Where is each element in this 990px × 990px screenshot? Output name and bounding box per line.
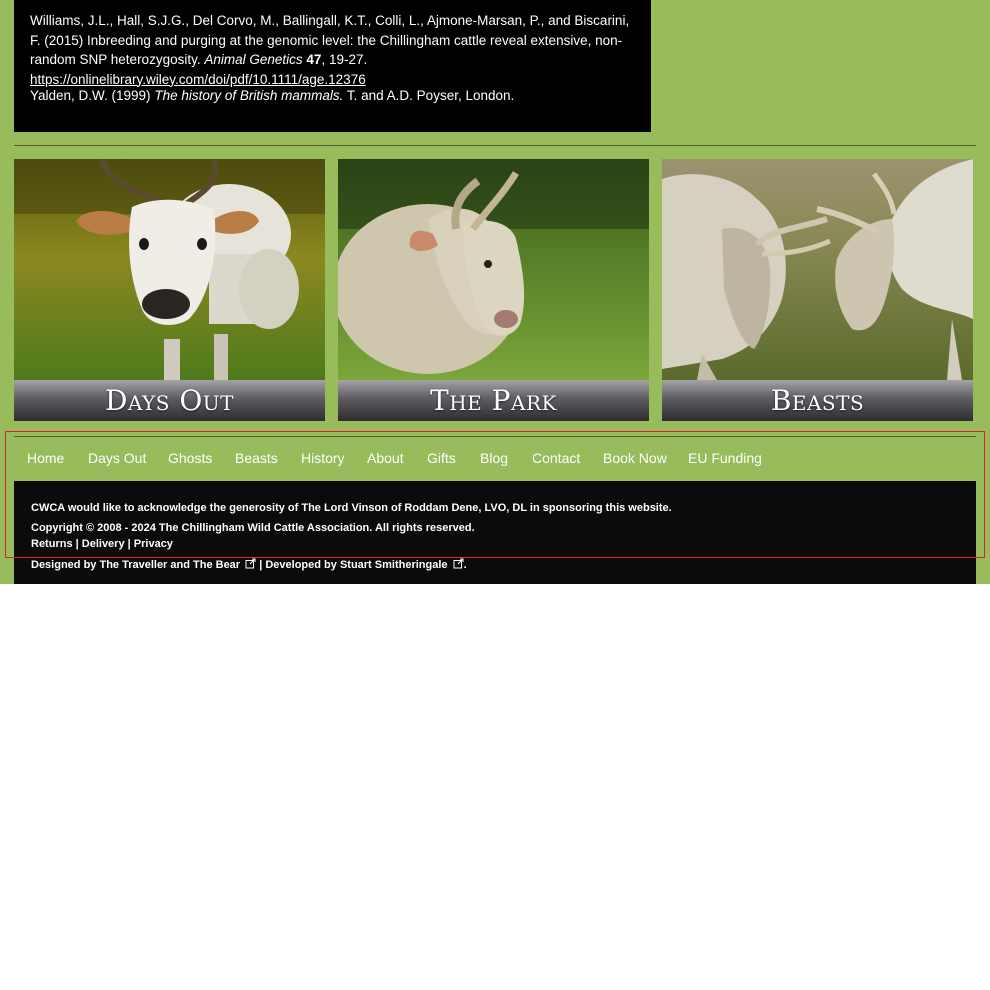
reference-williams: Williams, J.L., Hall, S.J.G., Del Corvo,… bbox=[30, 13, 630, 87]
divider bbox=[14, 145, 976, 146]
nav-eu-funding[interactable]: EU Funding bbox=[688, 446, 762, 470]
nav-about[interactable]: About bbox=[367, 446, 404, 470]
reference-doi-link[interactable]: https://onlinelibrary.wiley.com/doi/pdf/… bbox=[30, 72, 366, 87]
tile-beasts[interactable]: Beasts bbox=[662, 159, 973, 421]
privacy-link[interactable]: Privacy bbox=[134, 538, 173, 550]
external-link-icon bbox=[453, 558, 464, 569]
site-footer: CWCA would like to acknowledge the gener… bbox=[14, 481, 976, 584]
the-park-bull-image bbox=[338, 159, 649, 380]
nav-ghosts[interactable]: Ghosts bbox=[168, 446, 212, 470]
divider bbox=[14, 436, 976, 437]
link-separator: | bbox=[127, 538, 131, 550]
link-separator: | bbox=[75, 538, 79, 550]
nav-book-now[interactable]: Book Now bbox=[603, 446, 667, 470]
delivery-link[interactable]: Delivery bbox=[82, 538, 125, 550]
credits: Designed by The Traveller and The Bear |… bbox=[31, 558, 467, 571]
reference-book-title: The history of British mammals. bbox=[154, 88, 344, 103]
nav-history[interactable]: History bbox=[301, 446, 345, 470]
nav-beasts[interactable]: Beasts bbox=[235, 446, 278, 470]
returns-link[interactable]: Returns bbox=[31, 538, 73, 550]
nav-home[interactable]: Home bbox=[27, 446, 64, 470]
tile-caption: Days Out bbox=[14, 380, 325, 421]
reference-volume: 47 bbox=[306, 52, 322, 67]
beasts-bulls-image bbox=[662, 159, 973, 380]
tile-the-park[interactable]: The Park bbox=[338, 159, 649, 421]
tile-caption: The Park bbox=[338, 380, 649, 421]
reference-yalden: Yalden, D.W. (1999) The history of Briti… bbox=[30, 88, 515, 103]
references-panel: Williams, J.L., Hall, S.J.G., Del Corvo,… bbox=[14, 0, 651, 132]
developer-link[interactable]: Stuart Smitheringale bbox=[340, 559, 448, 571]
copyright-notice: Copyright © 2008 - 2024 The Chillingham … bbox=[31, 522, 475, 534]
nav-blog[interactable]: Blog bbox=[480, 446, 508, 470]
designer-link[interactable]: The Traveller and The Bear bbox=[99, 559, 240, 571]
reference-journal: Animal Genetics bbox=[204, 52, 303, 67]
tile-days-out[interactable]: Days Out bbox=[14, 159, 325, 421]
sponsor-acknowledgement: CWCA would like to acknowledge the gener… bbox=[31, 502, 672, 514]
external-link-icon bbox=[245, 558, 256, 569]
nav-contact[interactable]: Contact bbox=[532, 446, 580, 470]
days-out-cow-image bbox=[14, 159, 325, 380]
policy-links: Returns | Delivery | Privacy bbox=[31, 538, 173, 550]
nav-gifts[interactable]: Gifts bbox=[427, 446, 456, 470]
nav-days-out[interactable]: Days Out bbox=[88, 446, 146, 470]
tile-caption: Beasts bbox=[662, 380, 973, 421]
